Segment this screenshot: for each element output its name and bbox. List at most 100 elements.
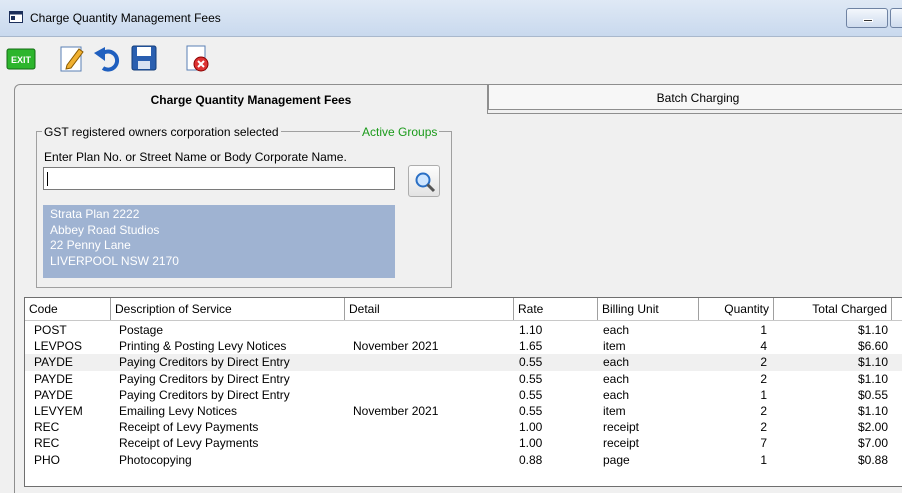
column-header-quantity[interactable]: Quantity [699, 298, 774, 320]
address-line: Strata Plan 2222 [50, 207, 140, 221]
column-header-rate[interactable]: Rate [514, 298, 598, 320]
active-groups-link[interactable]: Active Groups [360, 125, 440, 139]
maximize-button[interactable] [890, 8, 902, 28]
table-header: Code Description of Service Detail Rate … [25, 298, 902, 321]
address-line: 22 Penny Lane [50, 238, 131, 252]
cell-billing-unit: receipt [603, 420, 640, 435]
cell-rate: 1.65 [519, 339, 543, 354]
undo-button[interactable] [93, 43, 123, 73]
exit-button[interactable]: EXIT [6, 43, 36, 73]
cell-code: PHO [34, 452, 61, 467]
cell-description: Receipt of Levy Payments [119, 420, 259, 435]
cell-description: Printing & Posting Levy Notices [119, 339, 287, 354]
cell-description: Paying Creditors by Direct Entry [119, 355, 290, 370]
cell-quantity: 1 [760, 323, 767, 337]
cell-quantity: 4 [760, 339, 767, 354]
cell-total-charged: $0.88 [857, 452, 888, 467]
text-caret [47, 172, 48, 186]
cell-billing-unit: receipt [603, 436, 640, 451]
cell-description: Receipt of Levy Payments [119, 436, 259, 451]
table-row[interactable]: REC Receipt of Levy Payments 1.00 receipt 7 $… [25, 435, 902, 451]
cell-quantity: 7 [760, 436, 767, 451]
cell-quantity: 2 [760, 404, 767, 418]
magnifier-icon [415, 172, 436, 193]
cell-billing-unit: item [603, 339, 626, 354]
cell-total-charged: $1.10 [857, 371, 888, 386]
cell-billing-unit: each [603, 323, 630, 337]
edit-button[interactable] [57, 43, 87, 73]
table-row[interactable]: PAYDE Paying Creditors by Direct Entry 0.5… [25, 371, 902, 387]
cell-billing-unit: each [603, 371, 630, 386]
cell-detail: November 2021 [353, 404, 439, 418]
cell-quantity: 1 [760, 387, 767, 402]
plan-search-input[interactable] [43, 167, 395, 190]
cell-rate: 1.00 [519, 420, 543, 435]
cell-code: PAYDE [34, 387, 73, 402]
table-row[interactable]: REC Receipt of Levy Payments 1.00 receipt 2 $… [25, 419, 902, 435]
charges-table[interactable]: Code Description of Service Detail Rate … [24, 297, 902, 487]
window-title: Charge Quantity Management Fees [30, 11, 221, 25]
cell-code: LEVPOS [34, 339, 83, 354]
edit-icon [60, 46, 84, 72]
column-header-detail[interactable]: Detail [345, 298, 514, 320]
cell-description: Paying Creditors by Direct Entry [119, 387, 290, 402]
column-header-code[interactable]: Code [25, 298, 111, 320]
address-line: LIVERPOOL NSW 2170 [50, 253, 179, 268]
cell-code: LEVYEM [34, 404, 83, 418]
column-header-billing-unit[interactable]: Billing Unit [598, 298, 699, 320]
cell-total-charged: $6.60 [857, 339, 888, 354]
cell-total-charged: $1.10 [857, 355, 888, 370]
cell-code: POST [34, 323, 67, 337]
cell-rate: 0.55 [519, 355, 543, 370]
search-button[interactable] [408, 165, 440, 197]
cell-rate: 1.00 [519, 436, 543, 451]
minimize-button[interactable] [846, 8, 888, 28]
table-row[interactable]: LEVPOS Printing & Posting Levy Notices Nov… [25, 338, 902, 354]
cell-code: REC [34, 436, 60, 451]
tab-charge-quantity-management-fees[interactable]: Charge Quantity Management Fees [14, 84, 488, 114]
column-header-description[interactable]: Description of Service [111, 298, 345, 320]
app-icon [9, 11, 23, 23]
cell-code: REC [34, 420, 60, 435]
cell-description: Emailing Levy Notices [119, 404, 238, 418]
groupbox-title: GST registered owners corporation select… [42, 125, 281, 139]
selected-address: Strata Plan 2222 Abbey Road Studios 22 P… [43, 205, 395, 278]
cell-description: Photocopying [119, 452, 192, 467]
table-row[interactable]: POST Postage 1.10 each 1 $1.10 [25, 322, 902, 338]
cell-rate: 1.10 [519, 323, 543, 337]
cell-billing-unit: each [603, 387, 630, 402]
delete-button[interactable] [182, 43, 212, 73]
search-prompt: Enter Plan No. or Street Name or Body Co… [44, 150, 347, 164]
cell-code: PAYDE [34, 371, 73, 386]
cell-description: Paying Creditors by Direct Entry [119, 371, 290, 386]
cell-rate: 0.88 [519, 452, 543, 467]
toolbar: EXIT [0, 38, 902, 76]
cell-billing-unit: item [603, 404, 626, 418]
cell-quantity: 1 [760, 452, 767, 467]
tab-batch-charging[interactable]: Batch Charging [488, 84, 902, 110]
cell-quantity: 2 [760, 371, 767, 386]
undo-icon [94, 47, 120, 72]
cell-total-charged: $2.00 [857, 420, 888, 435]
cell-rate: 0.55 [519, 371, 543, 386]
cell-total-charged: $1.10 [857, 323, 888, 337]
table-row[interactable]: PAYDE Paying Creditors by Direct Entry 0.5… [25, 387, 902, 403]
delete-document-icon [186, 45, 209, 72]
cell-detail: November 2021 [353, 339, 439, 354]
cell-quantity: 2 [760, 420, 767, 435]
table-row[interactable]: LEVYEM Emailing Levy Notices November 2021… [25, 403, 902, 419]
table-row[interactable]: PHO Photocopying 0.88 page 1 $0.88 [25, 452, 902, 468]
exit-icon: EXIT [6, 48, 36, 70]
exit-label: EXIT [11, 55, 32, 65]
table-row[interactable]: PAYDE Paying Creditors by Direct Entry 0.5… [25, 354, 902, 371]
cell-total-charged: $1.10 [857, 404, 888, 418]
cell-total-charged: $7.00 [857, 436, 888, 451]
save-icon [131, 45, 157, 71]
cell-rate: 0.55 [519, 404, 543, 418]
title-bar: Charge Quantity Management Fees [0, 0, 902, 37]
cell-rate: 0.55 [519, 387, 543, 402]
address-line: Abbey Road Studios [50, 222, 160, 237]
cell-billing-unit: each [603, 355, 630, 370]
save-button[interactable] [129, 43, 159, 73]
column-header-total-charged[interactable]: Total Charged [774, 298, 892, 320]
